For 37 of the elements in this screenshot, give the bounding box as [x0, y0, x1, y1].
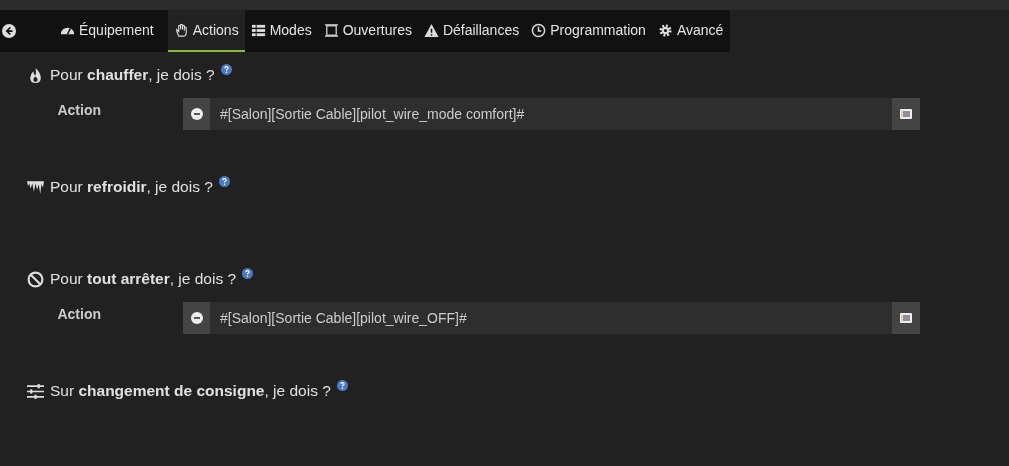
tab[interactable]: Défaillances	[417, 10, 526, 52]
flame-icon	[27, 66, 44, 84]
tab[interactable]: Programmation	[525, 10, 652, 52]
table-icon	[250, 22, 266, 38]
tab[interactable]: Avancé	[651, 10, 730, 52]
minus-icon	[190, 312, 203, 324]
command-field[interactable]: #[Salon][Sortie Cable][pilot_wire_mode comfort]#	[210, 98, 892, 130]
tab[interactable]: Actions	[167, 10, 245, 52]
field-label: Action	[56, 102, 102, 118]
list-icon	[900, 109, 912, 119]
command-field[interactable]: #[Salon][Sortie Cable][pilot_wire_OFF]#	[210, 302, 892, 334]
ban-icon	[27, 270, 44, 288]
list-button[interactable]	[892, 302, 920, 334]
section-heading: Sur changement de consigne, je dois ?	[50, 382, 331, 400]
remove-button[interactable]	[183, 98, 210, 130]
help-icon[interactable]	[220, 64, 232, 75]
list-button[interactable]	[892, 98, 920, 130]
frame-icon	[323, 22, 339, 38]
gear-icon	[657, 22, 673, 38]
remove-button[interactable]	[183, 302, 210, 334]
section-heading: Pour tout arrêter, je dois ?	[50, 270, 237, 288]
help-icon[interactable]	[336, 380, 348, 391]
clock-icon	[531, 22, 547, 38]
help-icon[interactable]	[242, 268, 254, 279]
tab[interactable]: Ouvertures	[317, 10, 418, 52]
hand-icon	[173, 22, 189, 38]
tab[interactable]: Modes	[244, 10, 318, 52]
field-label: Action	[56, 306, 102, 322]
section-heading: Pour refroidir, je dois ?	[50, 178, 213, 196]
back-icon[interactable]	[2, 24, 16, 38]
section-heading: Pour chauffer, je dois ?	[50, 66, 215, 84]
minus-icon	[190, 108, 203, 120]
help-icon[interactable]	[218, 176, 230, 187]
tab[interactable]: Équipement	[46, 10, 168, 52]
sliders-icon	[27, 382, 44, 400]
warning-icon	[423, 22, 439, 38]
list-icon	[900, 313, 912, 323]
